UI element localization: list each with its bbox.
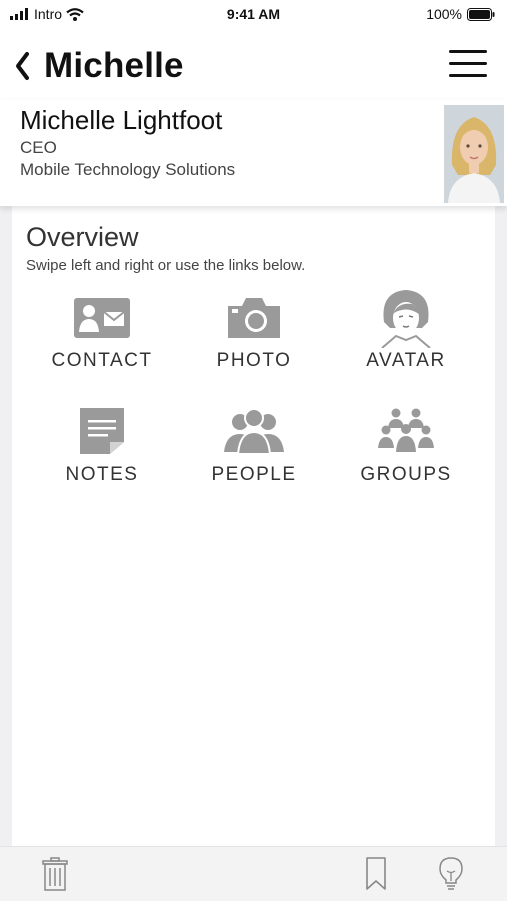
battery-percentage: 100% [426,6,462,22]
status-bar: Intro 9:41 AM 100% [0,0,507,28]
lightbulb-icon [439,857,463,890]
contact-card-icon [74,298,130,338]
notes-icon [80,408,124,454]
overview-panel: Overview Swipe left and right or use the… [12,206,495,846]
profile-name: Michelle Lightfoot [20,105,223,135]
trash-icon [42,857,68,891]
navigation-bar: Michelle [0,40,507,92]
camera-icon [228,298,280,338]
groups-label: GROUPS [360,464,452,485]
chevron-left-icon [16,52,29,80]
overview-subtitle: Swipe left and right or use the links be… [26,257,306,274]
avatar-label: AVATAR [366,350,446,371]
photo-tile[interactable]: PHOTO [184,294,324,394]
left-gutter [0,206,12,846]
notes-tile[interactable]: NOTES [32,406,172,506]
avatar-face-icon [381,290,431,348]
people-icon [224,408,284,455]
overview-heading: Overview [26,222,139,252]
profile-company: Mobile Technology Solutions [20,160,236,179]
profile-header: Michelle Lightfoot CEO Mobile Technology… [0,100,507,206]
battery-icon [467,7,495,21]
avatar-tile[interactable]: AVATAR [336,290,476,394]
contact-tile[interactable]: CONTACT [32,294,172,394]
right-gutter [495,206,507,846]
profile-job-title: CEO [20,138,57,157]
notes-label: NOTES [65,464,139,485]
profile-photo[interactable] [444,105,504,203]
groups-icon [378,408,434,452]
groups-tile[interactable]: GROUPS [336,406,476,506]
photo-label: PHOTO [216,350,292,371]
people-tile[interactable]: PEOPLE [184,406,324,506]
tips-button[interactable] [439,857,463,896]
bookmark-icon [366,857,386,890]
contact-label: CONTACT [51,350,153,371]
status-right: 100% [426,6,495,22]
bottom-toolbar [0,846,507,901]
back-button[interactable]: Michelle [14,46,184,86]
menu-button[interactable] [449,50,487,78]
bookmark-button[interactable] [365,857,387,896]
people-label: PEOPLE [211,464,297,485]
nav-title: Michelle [44,46,184,85]
delete-button[interactable] [42,857,68,896]
